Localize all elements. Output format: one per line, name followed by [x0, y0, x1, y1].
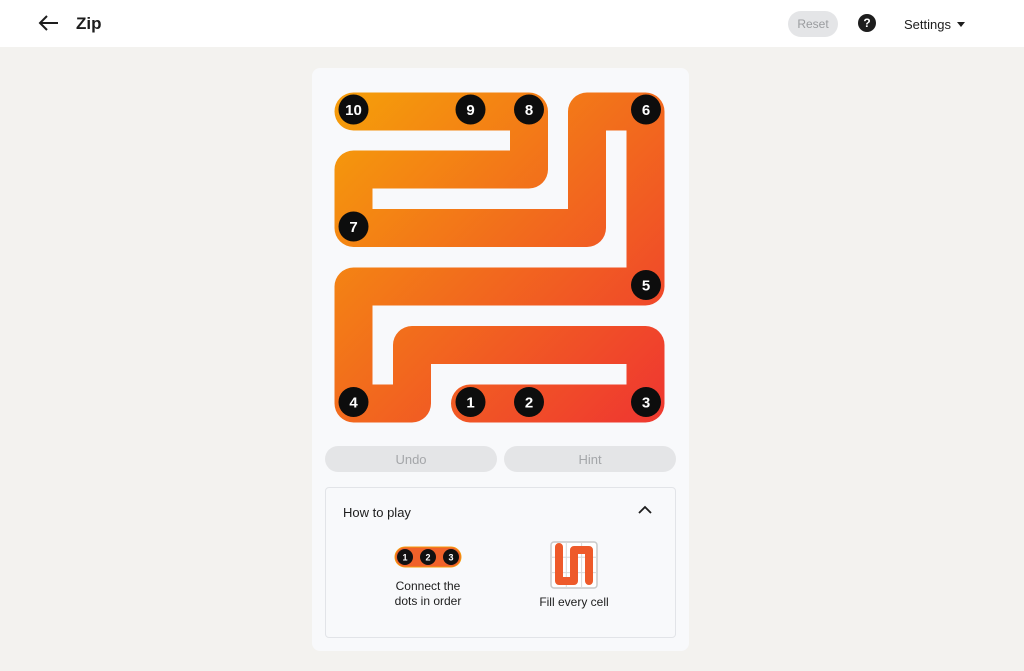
settings-dropdown[interactable]: Settings: [904, 17, 965, 32]
undo-button[interactable]: Undo: [325, 446, 497, 472]
board-dot-9[interactable]: 9: [455, 94, 486, 125]
game-board[interactable]: 1 2 3 4 5 6 7 8 9 10: [324, 80, 677, 433]
dot-label: 2: [525, 395, 533, 412]
board-dot-6[interactable]: 6: [631, 94, 661, 125]
app-title: Zip: [76, 14, 102, 33]
dot-label: 8: [525, 102, 533, 119]
board-dot-5[interactable]: 5: [631, 270, 661, 300]
dot-label: 6: [642, 102, 650, 119]
board-dot-3[interactable]: 3: [631, 387, 661, 417]
how-to-play-panel: How to play 1 2 3 Connect the dots in or…: [325, 487, 676, 638]
dot-label: 3: [642, 395, 650, 412]
dot-label: 9: [466, 102, 474, 119]
example-dot-label: 1: [402, 553, 407, 563]
board-dot-8[interactable]: 8: [514, 94, 544, 125]
example-dot-label: 3: [448, 553, 453, 563]
reset-button[interactable]: Reset: [788, 11, 838, 37]
top-bar: Zip Reset ? Settings: [0, 0, 1024, 47]
dot-label: 1: [466, 395, 474, 412]
board-dot-4[interactable]: 4: [338, 387, 369, 417]
back-arrow-icon[interactable]: [36, 12, 62, 34]
dot-label: 4: [349, 395, 358, 412]
dot-label: 5: [642, 278, 650, 295]
dot-label: 10: [345, 102, 362, 119]
board-cells[interactable]: [324, 80, 677, 433]
board-background: [324, 80, 677, 433]
dot-label: 7: [349, 219, 357, 236]
step1-description: Connect the dots in order: [378, 579, 478, 609]
step2-description: Fill every cell: [539, 595, 609, 609]
example-dot-label: 2: [425, 553, 430, 563]
board-dot-10[interactable]: 10: [338, 94, 369, 125]
caret-down-icon: [956, 22, 965, 27]
help-icon[interactable]: ?: [858, 14, 876, 32]
chevron-up-icon[interactable]: [638, 505, 652, 515]
fill-grid-illustration: [550, 541, 598, 589]
step1-line1: Connect the: [395, 579, 461, 593]
hint-button[interactable]: Hint: [504, 446, 676, 472]
step1-line2: dots in order: [394, 594, 462, 608]
board-dot-1[interactable]: 1: [455, 387, 486, 417]
board-dot-7[interactable]: 7: [338, 211, 369, 242]
connect-dots-illustration: 1 2 3: [394, 546, 462, 568]
settings-label: Settings: [904, 17, 951, 32]
how-to-play-title: How to play: [343, 505, 411, 520]
board-dot-2[interactable]: 2: [514, 387, 544, 417]
